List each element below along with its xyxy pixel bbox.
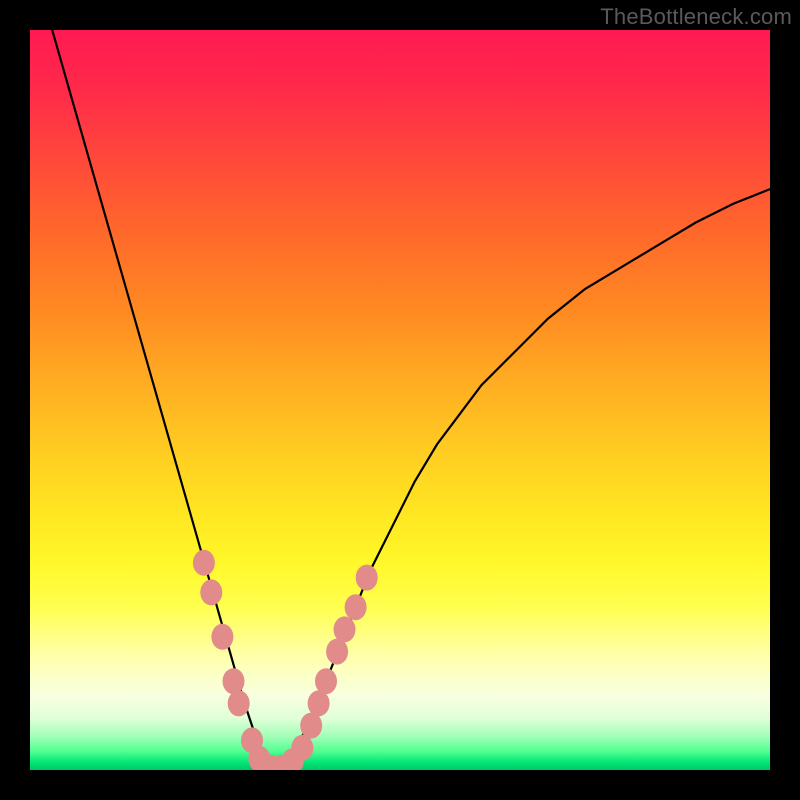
data-marker (356, 565, 378, 591)
bottleneck-curve (52, 30, 770, 770)
data-marker (200, 579, 222, 605)
data-marker (308, 690, 330, 716)
data-marker (211, 624, 233, 650)
plot-area (30, 30, 770, 770)
data-marker (223, 668, 245, 694)
data-marker (334, 616, 356, 642)
chart-frame: TheBottleneck.com (0, 0, 800, 800)
data-marker (228, 690, 250, 716)
chart-svg (30, 30, 770, 770)
data-marker (300, 713, 322, 739)
data-marker (345, 594, 367, 620)
watermark-text: TheBottleneck.com (600, 4, 792, 30)
data-marker (315, 668, 337, 694)
data-marker (193, 550, 215, 576)
data-marker (291, 735, 313, 761)
data-marker (326, 639, 348, 665)
